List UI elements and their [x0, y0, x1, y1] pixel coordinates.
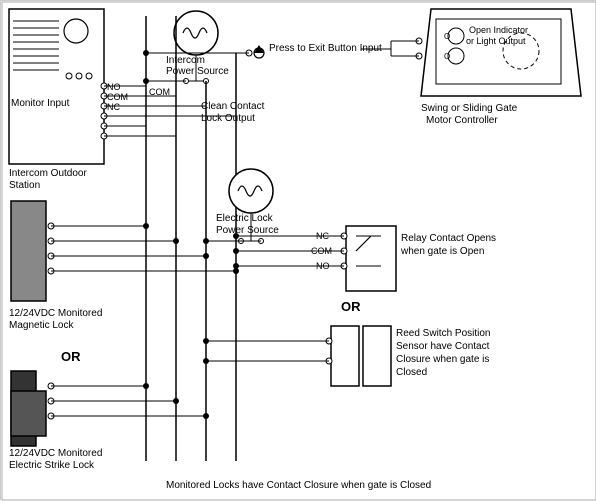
svg-text:Intercom: Intercom [166, 55, 205, 66]
svg-text:Intercom Outdoor: Intercom Outdoor [9, 168, 87, 179]
svg-text:12/24VDC Monitored: 12/24VDC Monitored [9, 308, 102, 319]
svg-text:Open Indicator: Open Indicator [469, 25, 528, 35]
wiring-diagram: Monitor Input NO COM NC Intercom Outdoor… [0, 0, 596, 500]
svg-text:NC: NC [107, 102, 120, 112]
svg-text:OR: OR [61, 349, 81, 364]
svg-text:Monitored Locks have Contact C: Monitored Locks have Contact Closure whe… [166, 480, 431, 491]
svg-text:OR: OR [341, 299, 361, 314]
svg-text:Station: Station [9, 180, 40, 191]
svg-text:Closed: Closed [396, 367, 427, 378]
svg-text:Clean Contact: Clean Contact [201, 101, 265, 112]
svg-text:or Light Output: or Light Output [466, 36, 526, 46]
svg-text:O: O [444, 32, 450, 41]
svg-text:Reed Switch Position: Reed Switch Position [396, 328, 491, 339]
svg-text:COM: COM [149, 87, 170, 97]
svg-text:Electric Strike Lock: Electric Strike Lock [9, 460, 95, 471]
svg-text:COM: COM [107, 92, 128, 102]
svg-text:12/24VDC Monitored: 12/24VDC Monitored [9, 448, 102, 459]
svg-text:O: O [444, 52, 450, 61]
svg-text:Magnetic Lock: Magnetic Lock [9, 320, 74, 331]
svg-text:Closure when gate is: Closure when gate is [396, 354, 489, 365]
svg-text:NO: NO [107, 82, 121, 92]
svg-text:Sensor have Contact: Sensor have Contact [396, 341, 490, 352]
svg-text:Relay Contact Opens: Relay Contact Opens [401, 233, 496, 244]
svg-text:Lock Output: Lock Output [201, 113, 255, 124]
svg-text:Swing or Sliding Gate: Swing or Sliding Gate [421, 103, 518, 114]
svg-text:Monitor Input: Monitor Input [11, 98, 70, 109]
svg-text:Motor Controller: Motor Controller [426, 115, 498, 126]
svg-text:Power Source: Power Source [216, 225, 279, 236]
svg-text:when gate is Open: when gate is Open [400, 246, 484, 257]
svg-text:Electric Lock: Electric Lock [216, 213, 274, 224]
